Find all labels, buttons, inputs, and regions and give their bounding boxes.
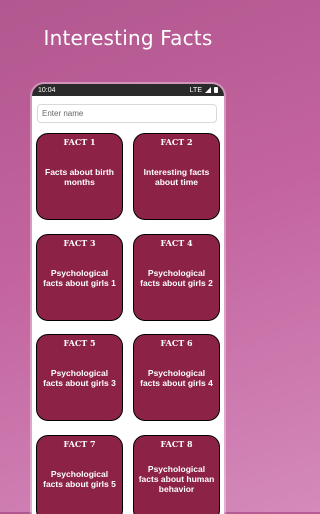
- page-title: Interesting Facts: [43, 26, 213, 50]
- card-text: Psychological facts about girls 2: [140, 267, 213, 288]
- card-text: Psychological facts about girls 3: [43, 367, 116, 388]
- fact-card-8[interactable]: FACT 8 Psychological facts about human b…: [133, 435, 220, 514]
- card-label: FACT 4: [160, 238, 193, 248]
- card-text: Psychological facts about girls 1: [43, 267, 116, 288]
- card-text: Interesting facts about time: [143, 166, 210, 187]
- card-label: FACT 1: [63, 137, 96, 147]
- fact-card-2[interactable]: FACT 2 Interesting facts about time: [133, 133, 220, 220]
- fact-card-3[interactable]: FACT 3 Psychological facts about girls 1: [36, 234, 123, 321]
- fact-card-4[interactable]: FACT 4 Psychological facts about girls 2: [133, 234, 220, 321]
- card-text: Psychological facts about girls 5: [43, 468, 116, 489]
- card-text: Psychological facts about human behavior: [138, 463, 215, 494]
- card-label: FACT 5: [63, 338, 96, 348]
- card-text: Psychological facts about girls 4: [140, 367, 213, 388]
- card-label: FACT 3: [63, 238, 96, 248]
- card-label: FACT 8: [160, 439, 193, 449]
- fact-card-7[interactable]: FACT 7 Psychological facts about girls 5: [36, 435, 123, 514]
- card-text: Facts about birth months: [45, 166, 114, 187]
- card-label: FACT 6: [160, 338, 193, 348]
- fact-card-5[interactable]: FACT 5 Psychological facts about girls 3: [36, 334, 123, 421]
- card-label: FACT 7: [63, 439, 96, 449]
- facts-grid: FACT 1 Facts about birth months FACT 2 I…: [32, 84, 224, 514]
- phone-screen: 10:04 LTE FACT 1 Facts about birth month…: [32, 84, 224, 514]
- fact-card-6[interactable]: FACT 6 Psychological facts about girls 4: [133, 334, 220, 421]
- fact-card-1[interactable]: FACT 1 Facts about birth months: [36, 133, 123, 220]
- card-label: FACT 2: [160, 137, 193, 147]
